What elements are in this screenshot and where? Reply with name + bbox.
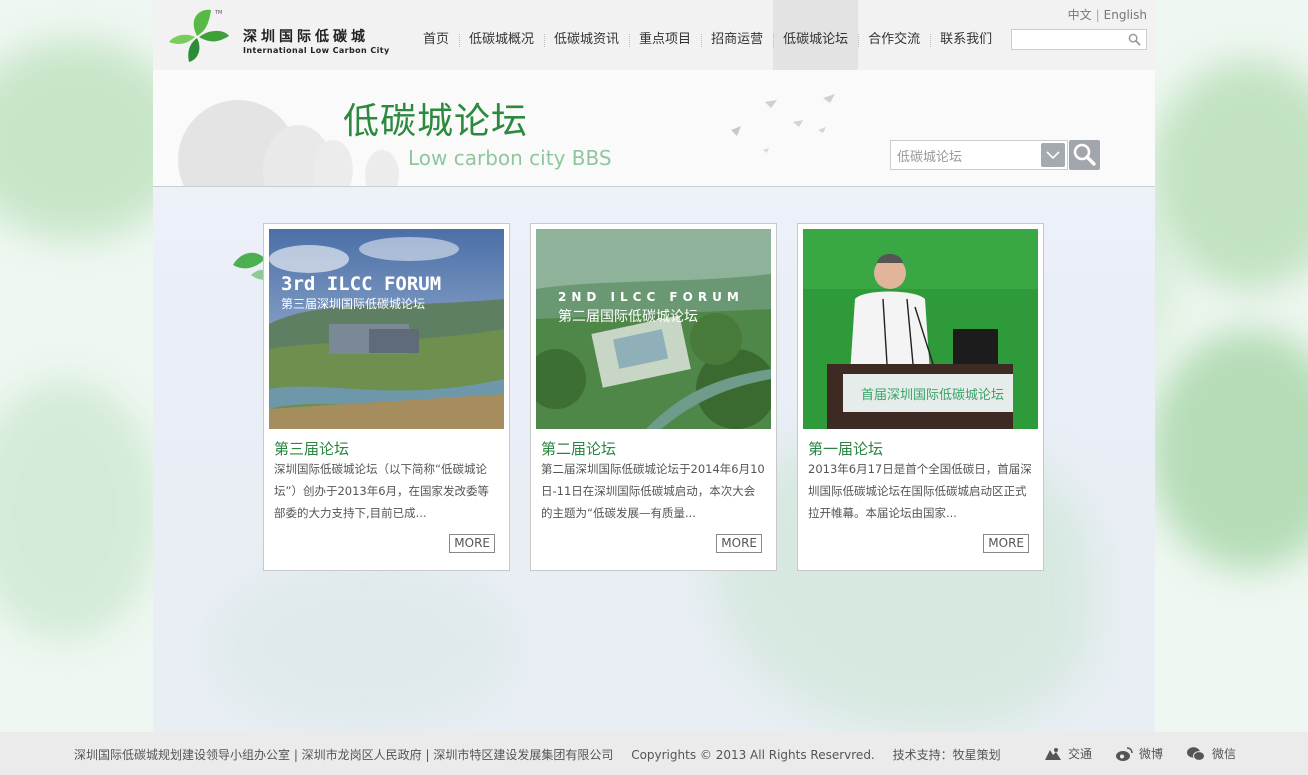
header-search bbox=[1011, 29, 1147, 52]
weibo-icon bbox=[1116, 746, 1133, 761]
nav-investment[interactable]: 招商运营 bbox=[701, 0, 773, 70]
forum-card[interactable]: 2ND ILCC FORUM 第二届国际低碳城论坛 第二届论坛 第二届深圳国际低… bbox=[530, 223, 777, 571]
logo-text-cn: 深圳国际低碳城 bbox=[243, 29, 369, 45]
more-button[interactable]: MORE bbox=[449, 534, 495, 553]
footer-link-traffic[interactable]: 交通 bbox=[1044, 745, 1092, 762]
forum-card-title[interactable]: 第二届论坛 bbox=[541, 438, 616, 459]
nav-forum[interactable]: 低碳城论坛 bbox=[773, 0, 859, 70]
forum-search bbox=[890, 140, 1100, 170]
card-image-caption-cn: 第二届国际低碳城论坛 bbox=[558, 308, 698, 325]
footer-link-label: 微信 bbox=[1212, 747, 1237, 761]
chevron-down-icon[interactable] bbox=[1041, 143, 1065, 167]
footer-link-label: 微博 bbox=[1139, 747, 1164, 761]
forum-card[interactable]: 3rd ILCC FORUM 第三届深圳国际低碳城论坛 第三届论坛 深圳国际低碳… bbox=[263, 223, 510, 571]
svg-text:TM: TM bbox=[214, 10, 222, 16]
card-image-caption-en: 2ND ILCC FORUM bbox=[558, 290, 744, 304]
footer-link-label: 交通 bbox=[1068, 747, 1093, 761]
forum-search-button[interactable] bbox=[1069, 140, 1100, 170]
footer-tech-support: 技术支持：牧星策划 bbox=[892, 748, 1001, 762]
forum-search-input[interactable] bbox=[891, 141, 1039, 169]
nav-news[interactable]: 低碳城资讯 bbox=[544, 0, 629, 70]
nav-home[interactable]: 首页 bbox=[413, 0, 459, 70]
page-subtitle: Low carbon city BBS bbox=[408, 146, 612, 170]
page-banner: 低碳城论坛 Low carbon city BBS bbox=[153, 70, 1155, 187]
forum-cards: 3rd ILCC FORUM 第三届深圳国际低碳城论坛 第三届论坛 深圳国际低碳… bbox=[263, 223, 1044, 571]
nav-overview[interactable]: 低碳城概况 bbox=[459, 0, 544, 70]
footer-info: 深圳国际低碳城规划建设领导小组办公室 | 深圳市龙岗区人民政府 | 深圳市特区建… bbox=[74, 746, 1015, 763]
footer-link-wechat[interactable]: 微信 bbox=[1186, 745, 1236, 762]
nav-key-projects[interactable]: 重点项目 bbox=[629, 0, 701, 70]
header-search-input[interactable] bbox=[1012, 32, 1124, 52]
nav-contact[interactable]: 联系我们 bbox=[930, 0, 1002, 70]
footer-orgs: 深圳国际低碳城规划建设领导小组办公室 | 深圳市龙岗区人民政府 | 深圳市特区建… bbox=[74, 748, 614, 762]
site-footer: 深圳国际低碳城规划建设领导小组办公室 | 深圳市龙岗区人民政府 | 深圳市特区建… bbox=[0, 732, 1308, 775]
forum-card-title[interactable]: 第一届论坛 bbox=[808, 438, 883, 459]
site-logo[interactable]: TM 深圳国际低碳城 International Low Carbon City bbox=[167, 6, 407, 64]
forum-card-image[interactable]: 2ND ILCC FORUM 第二届国际低碳城论坛 bbox=[536, 229, 771, 429]
forum-card-description: 2013年6月17日是首个全国低碳日，首届深圳国际低碳城论坛在国际低碳城启动区正… bbox=[808, 462, 1032, 520]
forum-card[interactable]: 首届深圳国际低碳城论坛 第一届论坛 2013年6月17日是首个全国低碳日，首届深… bbox=[797, 223, 1044, 571]
logo-leaf-icon: TM bbox=[169, 9, 229, 62]
forum-card-title[interactable]: 第三届论坛 bbox=[274, 438, 349, 459]
forum-card-image[interactable]: 首届深圳国际低碳城论坛 bbox=[803, 229, 1038, 429]
wechat-icon bbox=[1187, 746, 1205, 761]
lang-cn-link[interactable]: 中文 bbox=[1068, 8, 1092, 22]
search-icon[interactable] bbox=[1128, 33, 1141, 46]
more-button[interactable]: MORE bbox=[983, 534, 1029, 553]
page-title: 低碳城论坛 bbox=[343, 101, 529, 142]
footer-copyright: Copyrights © 2013 All Rights Reservred. bbox=[631, 748, 875, 762]
footer-link-weibo[interactable]: 微博 bbox=[1115, 745, 1163, 762]
forum-card-description: 第二届深圳国际低碳城论坛于2014年6月10日-11日在深圳国际低碳城启动，本次… bbox=[541, 462, 765, 520]
forum-card-description: 深圳国际低碳城论坛（以下简称“低碳城论坛”）创办于2013年6月，在国家发改委等… bbox=[274, 462, 490, 520]
site-header: TM 深圳国际低碳城 International Low Carbon City… bbox=[153, 0, 1155, 70]
logo-text-en: International Low Carbon City bbox=[243, 46, 390, 55]
card-image-caption-en: 3rd ILCC FORUM bbox=[281, 273, 441, 295]
map-icon bbox=[1045, 747, 1061, 760]
more-button[interactable]: MORE bbox=[716, 534, 762, 553]
nav-cooperation[interactable]: 合作交流 bbox=[858, 0, 930, 70]
main-nav: 首页 低碳城概况 低碳城资讯 重点项目 招商运营 低碳城论坛 合作交流 联系我们 bbox=[413, 0, 1002, 70]
card-image-caption-cn: 第三届深圳国际低碳城论坛 bbox=[281, 297, 425, 311]
lang-en-link[interactable]: English bbox=[1104, 8, 1147, 22]
search-icon bbox=[1073, 143, 1096, 166]
page-container: TM 深圳国际低碳城 International Low Carbon City… bbox=[153, 0, 1155, 732]
birds-decoration-icon bbox=[731, 94, 835, 153]
forum-card-image[interactable]: 3rd ILCC FORUM 第三届深圳国际低碳城论坛 bbox=[269, 229, 504, 429]
card-image-caption-cn: 首届深圳国际低碳城论坛 bbox=[861, 388, 1004, 403]
language-switch: 中文 | English bbox=[1067, 8, 1147, 22]
